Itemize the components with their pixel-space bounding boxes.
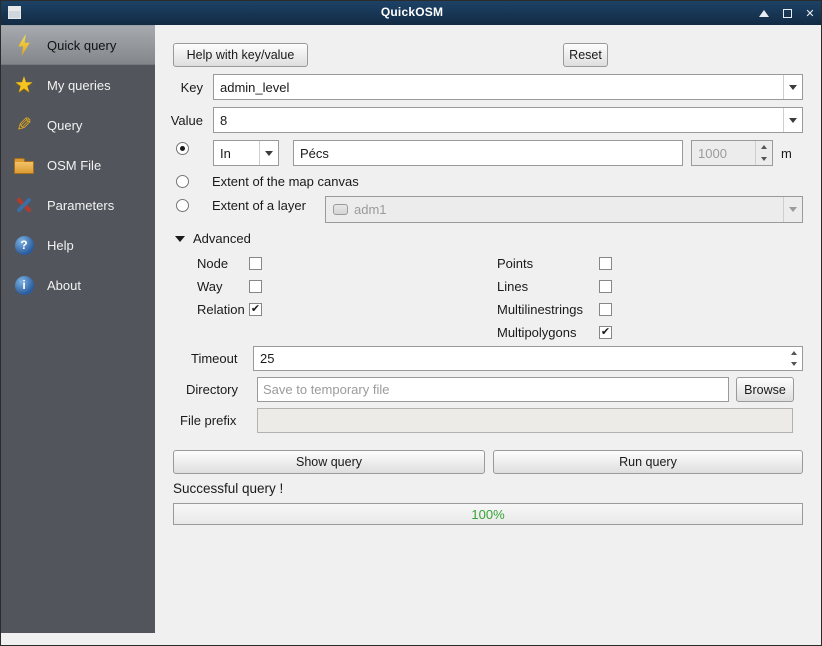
layer-icon — [333, 204, 348, 215]
multilinestrings-checkbox[interactable] — [599, 303, 612, 316]
sidebar-item-label: About — [47, 277, 81, 293]
lines-label: Lines — [497, 279, 529, 294]
sidebar-item-osm-file[interactable]: OSM File — [1, 145, 155, 185]
key-label: Key — [180, 80, 203, 95]
star-icon: ★ — [14, 72, 34, 97]
distance-spinbox[interactable]: 1000 — [691, 140, 773, 166]
multilinestrings-label: Multilinestrings — [497, 302, 583, 317]
sidebar-item-label: Parameters — [47, 197, 115, 213]
relation-checkbox[interactable] — [249, 303, 262, 316]
timeout-value: 25 — [260, 351, 275, 366]
in-combobox[interactable]: In — [213, 140, 279, 166]
multipolygons-checkbox[interactable] — [599, 326, 612, 339]
key-combobox[interactable]: admin_level — [213, 74, 803, 100]
way-label: Way — [197, 279, 223, 294]
sidebar-item-label: OSM File — [47, 157, 102, 173]
spinner-arrows[interactable] — [755, 141, 772, 165]
sidebar-item-label: Quick query — [47, 37, 117, 53]
advanced-toggle[interactable]: Advanced — [193, 231, 251, 246]
help-key-value-button[interactable]: Help with key/value — [173, 43, 308, 67]
value-label: Value — [170, 113, 203, 128]
extent-layer-label[interactable]: Extent of a layer — [212, 198, 306, 213]
sidebar-item-about[interactable]: i About — [1, 265, 155, 305]
value-combobox-value: 8 — [220, 112, 228, 128]
layer-combobox[interactable]: adm1 — [325, 196, 803, 223]
place-input-value: Pécs — [300, 145, 329, 161]
sidebar-item-label: Help — [47, 237, 74, 253]
directory-label: Directory — [186, 382, 239, 397]
lightning-icon — [12, 33, 36, 57]
file-prefix-label: File prefix — [180, 413, 237, 428]
sidebar-item-parameters[interactable]: Parameters — [1, 185, 155, 225]
file-prefix-input[interactable] — [257, 408, 793, 433]
place-input[interactable]: Pécs — [293, 140, 683, 166]
advanced-collapse-icon[interactable] — [175, 236, 185, 242]
sidebar-item-label: Query — [47, 117, 83, 133]
chevron-down-icon[interactable] — [783, 75, 802, 99]
window-title: QuickOSM — [380, 5, 444, 19]
node-checkbox[interactable] — [249, 257, 262, 270]
extent-canvas-label[interactable]: Extent of the map canvas — [212, 174, 359, 189]
timeout-spinbox[interactable]: 25 — [253, 346, 803, 371]
points-checkbox[interactable] — [599, 257, 612, 270]
distance-value: 1000 — [698, 145, 727, 161]
tools-icon — [12, 193, 36, 217]
pencil-icon: ✎ — [16, 114, 32, 136]
chevron-down-icon[interactable] — [259, 141, 278, 165]
relation-label: Relation — [197, 302, 245, 317]
quickosm-window: QuickOSM ✕ Quick query ★ My queries ✎ Qu… — [0, 0, 822, 646]
show-query-button[interactable]: Show query — [173, 450, 485, 474]
sidebar-item-help[interactable]: ? Help — [1, 225, 155, 265]
layer-combobox-value: adm1 — [354, 202, 387, 217]
run-query-button[interactable]: Run query — [493, 450, 803, 474]
sidebar-item-quick-query[interactable]: Quick query — [1, 25, 155, 65]
info-icon: i — [12, 273, 36, 297]
status-message: Successful query ! — [173, 481, 284, 496]
reset-button[interactable]: Reset — [563, 43, 608, 67]
radio-extent-layer[interactable] — [176, 199, 189, 212]
progress-bar: 100% — [173, 503, 803, 525]
folder-icon — [12, 153, 36, 177]
sidebar-item-label: My queries — [47, 77, 111, 93]
close-button[interactable]: ✕ — [803, 6, 817, 20]
help-icon: ? — [12, 233, 36, 257]
titlebar: QuickOSM ✕ — [1, 1, 821, 25]
browse-button[interactable]: Browse — [736, 377, 794, 402]
node-label: Node — [197, 256, 229, 271]
lines-checkbox[interactable] — [599, 280, 612, 293]
spinner-arrows[interactable] — [785, 347, 802, 370]
value-combobox[interactable]: 8 — [213, 107, 803, 133]
multipolygons-label: Multipolygons — [497, 325, 577, 340]
radio-extent-canvas[interactable] — [176, 175, 189, 188]
chevron-down-icon[interactable] — [783, 108, 802, 132]
directory-input[interactable] — [257, 377, 729, 402]
timeout-label: Timeout — [191, 351, 238, 366]
maximize-button[interactable] — [780, 6, 794, 20]
way-checkbox[interactable] — [249, 280, 262, 293]
progress-text: 100% — [471, 506, 505, 522]
shade-button[interactable] — [757, 6, 771, 20]
radio-in-place[interactable] — [176, 142, 189, 155]
points-label: Points — [497, 256, 534, 271]
chevron-down-icon — [783, 197, 802, 222]
in-combobox-value: In — [220, 145, 231, 161]
distance-unit-label: m — [781, 146, 792, 161]
key-combobox-value: admin_level — [220, 79, 290, 95]
